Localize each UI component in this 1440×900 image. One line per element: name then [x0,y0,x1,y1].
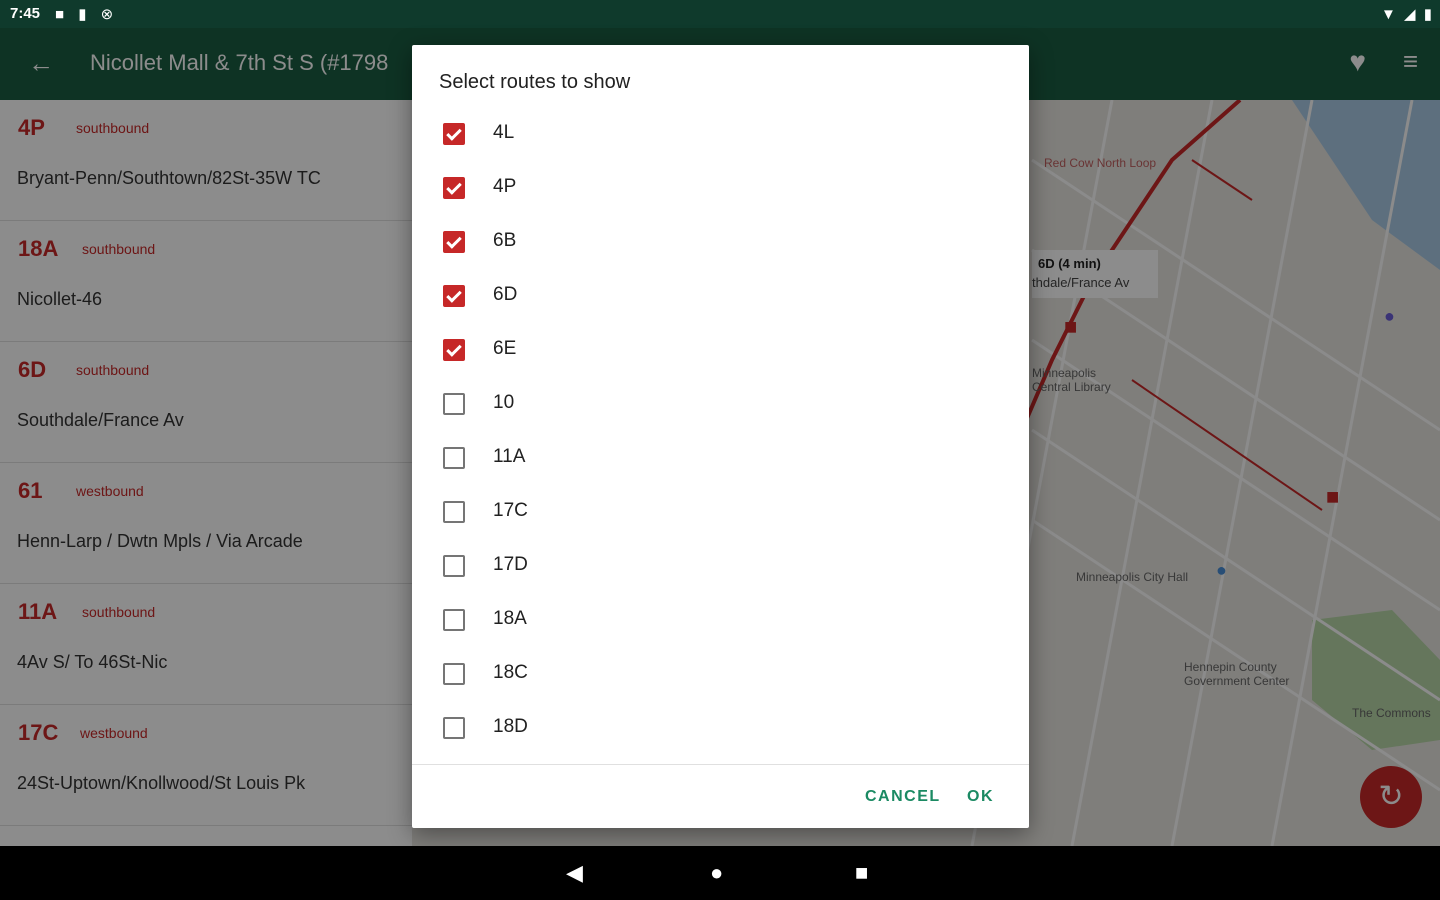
ok-button[interactable]: OK [967,788,994,806]
route-checkbox[interactable] [443,717,465,739]
route-option[interactable]: 18C [412,656,1029,710]
route-option-label: 10 [493,392,515,413]
route-option-label: 6D [493,284,518,305]
route-option[interactable]: 6B [412,224,1029,278]
route-checkbox[interactable] [443,285,465,307]
sd-card-icon: ▮ [78,6,87,23]
route-checkbox[interactable] [443,177,465,199]
dialog-divider [412,764,1029,765]
notification-icon: ■ [55,6,65,23]
route-option-label: 6E [493,338,517,359]
signal-icon: ◢ [1404,6,1416,23]
status-time: 7:45 [10,5,41,22]
route-checkbox[interactable] [443,501,465,523]
home-circle-icon[interactable]: ● [710,860,723,886]
system-nav-bar: ◀ ● ■ [0,846,1440,900]
notification-icons: ■ ▮ ⊗ [55,5,123,23]
route-option-label: 4L [493,122,515,143]
route-option-label: 11A [493,446,526,467]
wifi-icon: ▼ [1380,6,1396,23]
sync-icon: ⊗ [100,6,114,23]
route-option[interactable]: 17C [412,494,1029,548]
route-option-label: 17C [493,500,528,521]
route-option[interactable]: 4L [412,116,1029,170]
status-bar: 7:45 ■ ▮ ⊗ ▼ ◢ ▮ [0,0,1440,28]
recents-square-icon[interactable]: ■ [855,860,868,886]
route-option[interactable]: 17D [412,548,1029,602]
route-checkbox[interactable] [443,393,465,415]
route-option[interactable]: 6D [412,278,1029,332]
route-option-label: 6B [493,230,517,251]
route-checkbox[interactable] [443,555,465,577]
route-option-label: 18A [493,608,527,629]
system-icons: ▼ ◢ ▮ [1377,5,1432,23]
dialog-title: Select routes to show [439,71,631,93]
route-option[interactable]: 18A [412,602,1029,656]
route-option[interactable]: 6E [412,332,1029,386]
route-option[interactable]: 4P [412,170,1029,224]
back-triangle-icon[interactable]: ◀ [566,860,583,886]
battery-icon: ▮ [1423,6,1432,23]
select-routes-dialog: Select routes to show 4L 4P 6B 6D 6E 10 … [412,45,1029,828]
route-option-label: 17D [493,554,528,575]
route-option-label: 18D [493,716,528,737]
route-option-label: 18C [493,662,528,683]
route-option[interactable]: 11A [412,440,1029,494]
route-checkbox[interactable] [443,123,465,145]
route-option[interactable]: 18D [412,710,1029,764]
route-checkbox[interactable] [443,663,465,685]
route-checkbox[interactable] [443,609,465,631]
route-checkbox[interactable] [443,447,465,469]
route-checkbox[interactable] [443,231,465,253]
route-option-label: 4P [493,176,517,197]
route-option[interactable]: 10 [412,386,1029,440]
cancel-button[interactable]: CANCEL [865,788,941,806]
route-checkbox[interactable] [443,339,465,361]
